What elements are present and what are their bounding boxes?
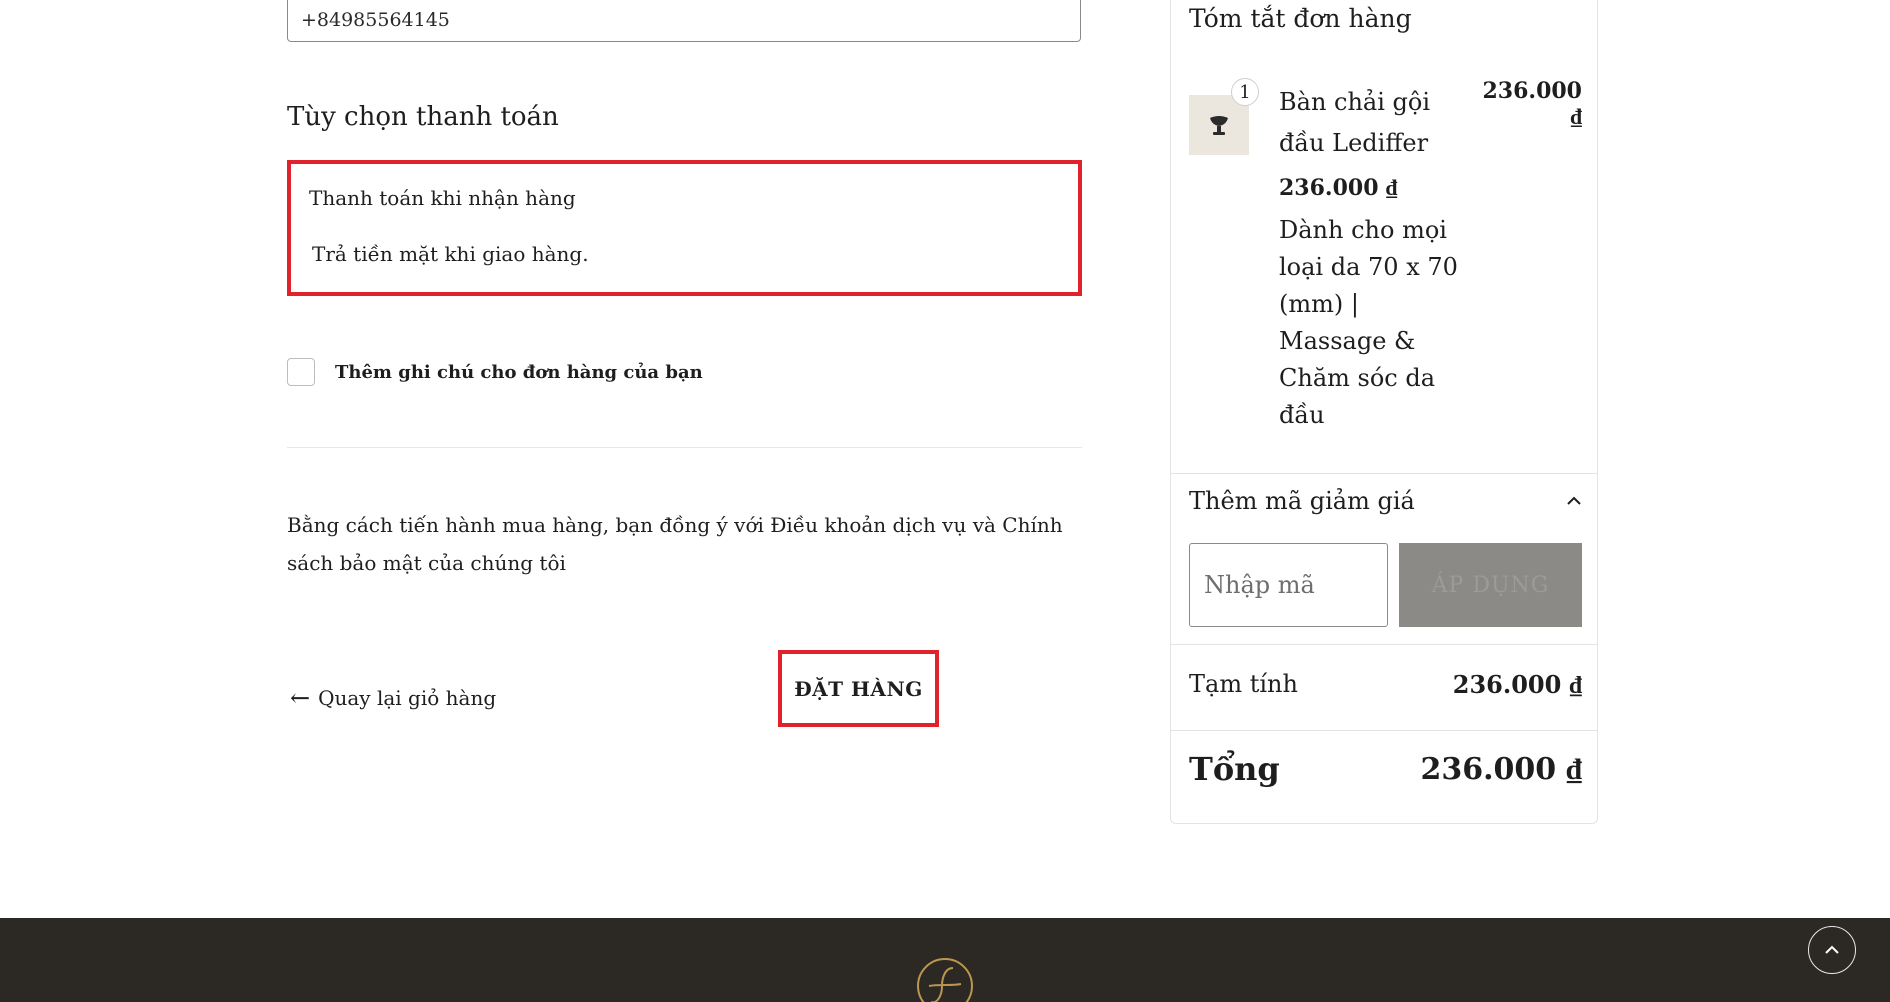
phone-field[interactable]: +84985564145 [287,0,1081,42]
terms-notice: Bằng cách tiến hành mua hàng, bạn đồng ý… [287,513,1063,575]
order-note-label[interactable]: Thêm ghi chú cho đơn hàng của bạn [335,362,703,383]
total-value: 236.000 ₫ [1420,752,1582,787]
divider [287,447,1082,448]
chevron-up-icon [1825,945,1839,954]
place-order-button[interactable]: ĐẶT HÀNG [778,650,939,727]
product-name: Bàn chải gội đầu Lediffer [1279,88,1431,157]
divider [1170,644,1598,645]
discount-code-label: Thêm mã giảm giá [1189,487,1415,515]
back-to-cart-link[interactable]: ← Quay lại giỏ hàng [290,686,496,710]
scroll-to-top-button[interactable] [1808,926,1856,974]
apply-discount-button[interactable]: ÁP DỤNG [1399,543,1582,627]
product-unit-price: 236.000 ₫ [1279,175,1398,201]
payment-method-description: Trả tiền mặt khi giao hàng. [312,242,589,266]
brush-product-icon [1210,116,1228,135]
discount-code-input[interactable] [1189,543,1388,627]
quantity-badge: 1 [1231,78,1259,106]
phone-field-value: +84985564145 [301,9,450,31]
product-variant: Dành cho mọi loại da 70 x 70 (mm) | Mass… [1279,216,1458,429]
order-note-option[interactable]: Thêm ghi chú cho đơn hàng của bạn [287,356,703,388]
arrow-left-icon: ← [290,684,311,712]
subtotal-value: 236.000 ₫ [1452,670,1582,699]
total-label: Tổng [1189,750,1280,788]
payment-method-title: Thanh toán khi nhận hàng [309,186,576,210]
place-order-label: ĐẶT HÀNG [794,676,923,701]
order-note-checkbox[interactable] [287,358,315,386]
chevron-up-icon [1567,496,1581,505]
back-to-cart-label: Quay lại giỏ hàng [318,686,497,710]
apply-discount-label: ÁP DỤNG [1431,572,1550,598]
brand-logo-icon [917,958,973,1002]
order-summary-title: Tóm tắt đơn hàng [1189,4,1412,33]
discount-code-toggle[interactable]: Thêm mã giảm giá [1189,487,1582,515]
subtotal-label: Tạm tính [1189,670,1298,698]
payment-method-cod[interactable]: Thanh toán khi nhận hàng Trả tiền mặt kh… [287,160,1082,296]
divider [1170,730,1598,731]
divider [1170,473,1598,474]
payment-options-heading: Tùy chọn thanh toán [287,102,559,132]
site-footer [0,918,1890,1002]
product-line-total: 236.000 ₫ [1482,78,1582,130]
